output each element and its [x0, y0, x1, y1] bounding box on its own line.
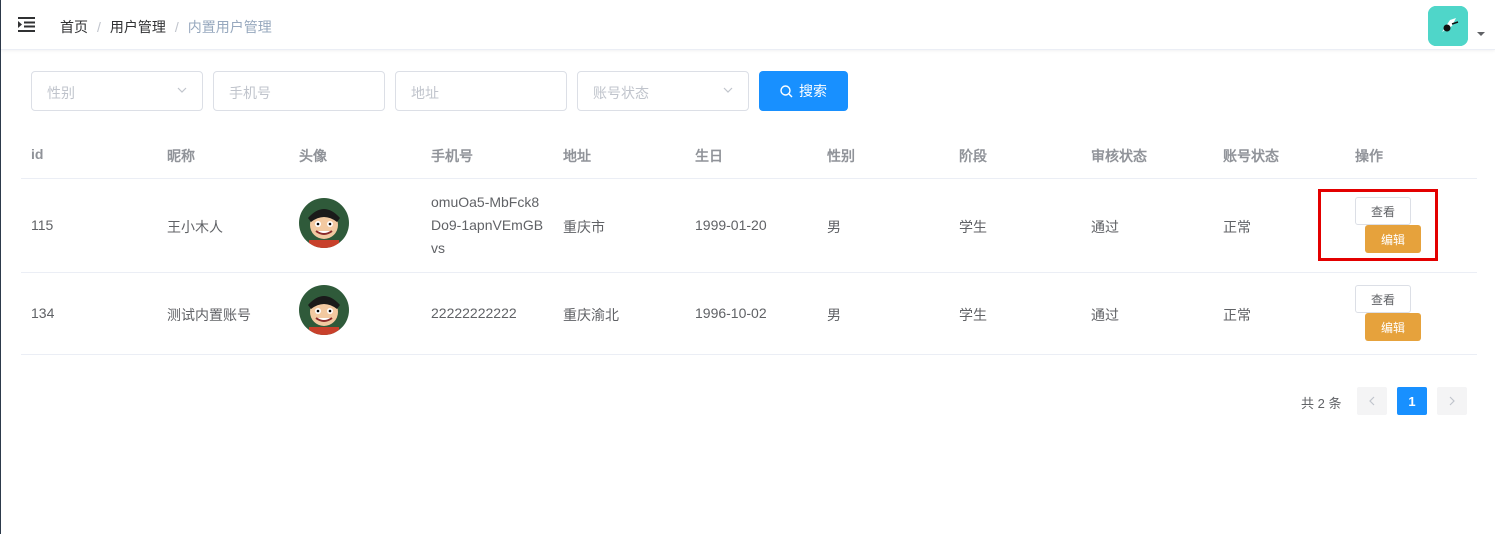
pagination-total: 共 2 条: [1301, 396, 1342, 411]
column-header-nickname: 昵称: [167, 148, 195, 164]
column-header-gender: 性别: [827, 148, 855, 164]
account-status-placeholder: 账号状态: [593, 85, 649, 101]
gender-placeholder: 性别: [47, 85, 75, 101]
column-header-address: 地址: [563, 148, 591, 164]
column-header-avatar: 头像: [299, 148, 327, 164]
view-button[interactable]: 查看: [1355, 197, 1411, 225]
phone-placeholder: 手机号: [229, 85, 271, 101]
column-header-id: id: [31, 146, 44, 162]
sidebar-edge: [0, 0, 1, 534]
user-avatar-image: [299, 285, 349, 335]
cell-id: 134: [31, 305, 55, 321]
breadcrumb-home[interactable]: 首页: [60, 17, 88, 37]
address-placeholder: 地址: [411, 85, 439, 101]
cell-review-status: 通过: [1091, 307, 1119, 323]
cell-stage: 学生: [959, 307, 987, 323]
column-header-phone: 手机号: [431, 148, 473, 164]
search-label: 搜索: [799, 83, 827, 99]
cell-address: 重庆市: [563, 219, 605, 235]
cell-id: 115: [31, 217, 54, 233]
prev-page-button[interactable]: [1357, 387, 1387, 415]
cell-nickname: 王小木人: [167, 219, 223, 235]
table-row: 115 王小木人 omuOa5-MbFck8Do9-1apnVEmGBvs 重庆…: [21, 179, 1477, 273]
table-header: id 昵称 头像 手机号 地址 生日 性别 阶段 审核状态 账号状态 操作: [21, 132, 1477, 179]
breadcrumb: 首页 / 用户管理 / 内置用户管理: [60, 17, 272, 37]
cell-phone: omuOa5-MbFck8Do9-1apnVEmGBvs: [431, 194, 544, 256]
cell-gender: 男: [827, 219, 841, 235]
breadcrumb-separator: /: [174, 19, 179, 35]
cell-review-status: 通过: [1091, 219, 1119, 235]
hamburger-menu-icon[interactable]: [18, 17, 35, 32]
cell-gender: 男: [827, 307, 841, 323]
account-status-select[interactable]: 账号状态: [577, 71, 749, 111]
column-header-birthday: 生日: [695, 148, 723, 164]
chevron-down-icon: [177, 87, 187, 93]
phone-input[interactable]: 手机号: [213, 71, 385, 111]
column-header-account-status: 账号状态: [1223, 148, 1279, 164]
breadcrumb-user-management[interactable]: 用户管理: [110, 17, 166, 37]
search-icon: [780, 84, 793, 97]
cell-stage: 学生: [959, 219, 987, 235]
next-page-button[interactable]: [1437, 387, 1467, 415]
page-number-button[interactable]: 1: [1397, 387, 1427, 415]
user-avatar-button[interactable]: [1428, 6, 1468, 46]
column-header-stage: 阶段: [959, 148, 987, 164]
edit-button[interactable]: 编辑: [1365, 313, 1421, 341]
cell-address: 重庆渝北: [563, 307, 619, 323]
gender-select[interactable]: 性别: [31, 71, 203, 111]
user-avatar-image: [299, 198, 349, 248]
cell-nickname: 测试内置账号: [167, 307, 251, 323]
address-input[interactable]: 地址: [395, 71, 567, 111]
edit-button[interactable]: 编辑: [1365, 225, 1421, 253]
chevron-right-icon: [1449, 396, 1455, 406]
cell-account-status: 正常: [1223, 307, 1251, 323]
user-table: id 昵称 头像 手机号 地址 生日 性别 阶段 审核状态 账号状态 操作 11…: [21, 132, 1477, 355]
caret-down-icon[interactable]: [1477, 32, 1485, 36]
cell-phone: 22222222222: [431, 305, 517, 321]
navbar: 首页 / 用户管理 / 内置用户管理: [1, 0, 1495, 50]
cell-account-status: 正常: [1223, 219, 1251, 235]
breadcrumb-current: 内置用户管理: [187, 19, 272, 35]
table-row: 134 测试内置账号 22222222222 重庆渝北 1996-10-02 男…: [21, 273, 1477, 355]
breadcrumb-separator: /: [97, 19, 101, 35]
column-header-actions: 操作: [1355, 148, 1383, 164]
cell-birthday: 1996-10-02: [695, 305, 767, 321]
view-button[interactable]: 查看: [1355, 285, 1411, 313]
search-button[interactable]: 搜索: [759, 71, 848, 111]
chevron-left-icon: [1369, 396, 1375, 406]
column-header-review-status: 审核状态: [1091, 148, 1147, 164]
cell-birthday: 1999-01-20: [695, 217, 767, 233]
chevron-down-icon: [723, 87, 733, 93]
